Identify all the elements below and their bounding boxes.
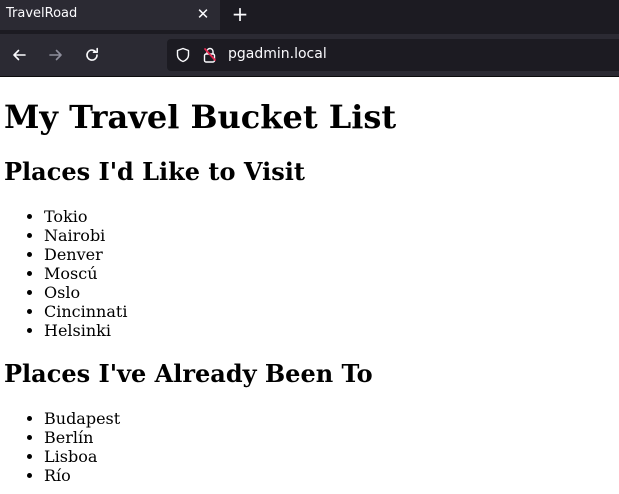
list-item: Budapest	[44, 409, 120, 428]
reload-icon[interactable]	[82, 45, 102, 65]
list-item: Helsinki	[44, 321, 127, 340]
page-content: My Travel Bucket List Places I'd Like to…	[0, 77, 619, 494]
arrow-left-icon[interactable]	[9, 45, 29, 65]
section-heading-visit: Places I'd Like to Visit	[4, 157, 305, 186]
tab-strip: TravelRoad ✕ +	[0, 0, 619, 34]
section-heading-been: Places I've Already Been To	[4, 359, 373, 388]
list-item: Río	[44, 466, 120, 485]
list-places-to-visit: Tokio Nairobi Denver Moscú Oslo Cincinna…	[0, 207, 127, 340]
list-item: Berlín	[44, 428, 120, 447]
arrow-right-icon[interactable]	[46, 45, 66, 65]
list-places-visited: Budapest Berlín Lisboa Río	[0, 409, 120, 485]
tab-travelroad[interactable]: TravelRoad ✕	[0, 0, 220, 30]
shield-icon[interactable]	[175, 47, 191, 63]
navigation-toolbar: pgadmin.local	[0, 34, 619, 77]
plus-icon[interactable]: +	[230, 4, 250, 24]
list-item: Lisboa	[44, 447, 120, 466]
page-title: My Travel Bucket List	[4, 98, 397, 136]
lock-warning-icon[interactable]	[202, 46, 218, 64]
list-item: Tokio	[44, 207, 127, 226]
tab-title: TravelRoad	[6, 6, 78, 21]
url-bar[interactable]: pgadmin.local	[167, 39, 619, 71]
browser-window: TravelRoad ✕ + pgadmin.local My Travel B…	[0, 0, 619, 494]
close-icon[interactable]: ✕	[195, 5, 211, 23]
url-text[interactable]: pgadmin.local	[228, 46, 327, 62]
list-item: Oslo	[44, 283, 127, 302]
list-item: Cincinnati	[44, 302, 127, 321]
list-item: Denver	[44, 245, 127, 264]
list-item: Moscú	[44, 264, 127, 283]
list-item: Nairobi	[44, 226, 127, 245]
